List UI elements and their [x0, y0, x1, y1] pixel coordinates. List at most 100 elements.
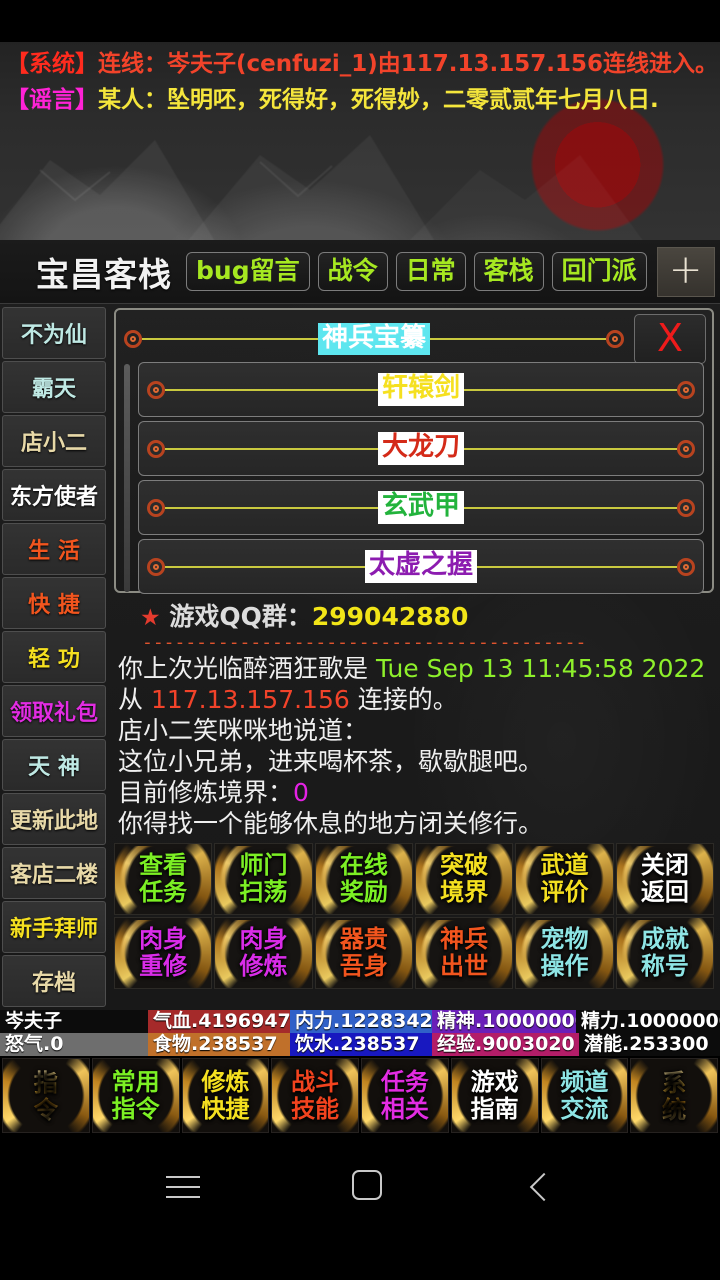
sidebar-item-refresh-area[interactable]: 更新此地: [2, 793, 106, 845]
nav-label-line2: 相关: [380, 1094, 429, 1123]
sidebar-item-save[interactable]: 存档: [2, 955, 106, 1007]
action-label-line1: 肉身: [139, 925, 188, 953]
action-martial-rating[interactable]: 武道 评价: [515, 843, 614, 915]
item-label-dalongdao: 大龙刀: [378, 432, 465, 465]
action-button-grid: 查看 任务 师门 扫荡 在线 奖励 突破 境界 武道 评价 关闭 返回 肉身 重修 肉身 修炼 …: [110, 839, 720, 989]
nav-label-line2: 指南: [470, 1094, 519, 1123]
sidebar-item-batian[interactable]: 霸天: [2, 361, 106, 413]
action-label-line1: 关闭: [640, 851, 689, 879]
sidebar-item-label: 霸天: [31, 377, 76, 402]
sidebar-item-life[interactable]: 生 活: [2, 523, 106, 575]
action-label-line2: 境界: [440, 878, 489, 906]
action-pet-operations[interactable]: 宠物 操作: [515, 917, 614, 989]
action-sect-sweep[interactable]: 师门 扫荡: [214, 843, 313, 915]
tab-inn[interactable]: 客栈: [473, 252, 544, 291]
action-online-reward[interactable]: 在线 奖励: [314, 843, 413, 915]
sidebar-item-label: 轻 功: [28, 647, 80, 672]
action-achievement-title[interactable]: 成就 称号: [615, 917, 714, 989]
sidebar-item-shortcut[interactable]: 快 捷: [2, 577, 106, 629]
nav-quest-related[interactable]: 任务 相关: [361, 1058, 449, 1133]
sidebar-item-label: 不为仙: [20, 323, 87, 348]
bottom-nav-bar: 指令 常用 指令 修炼 快捷 战斗 技能 任务 相关 游戏 指南 频道 交流 系统: [0, 1056, 720, 1136]
left-sidebar: 不为仙 霸天 店小二 东方使者 生 活 快 捷 轻 功 领取礼包 天 神 更新此…: [0, 304, 108, 1010]
sidebar-item-label: 领取礼包: [9, 701, 98, 726]
add-tab-button[interactable]: +: [656, 246, 715, 297]
sidebar-item-label: 天 神: [28, 755, 80, 780]
nav-label-line2: 技能: [291, 1094, 340, 1123]
tab-daily[interactable]: 日常: [395, 252, 466, 291]
tab-return-sect[interactable]: 回门派: [551, 252, 647, 291]
action-label-line1: 武道: [540, 851, 589, 879]
close-button[interactable]: X: [634, 314, 706, 364]
action-view-quests[interactable]: 查看 任务: [114, 843, 213, 915]
action-label-line1: 师门: [239, 851, 288, 879]
action-weapon-body[interactable]: 器贵 吾身: [314, 917, 413, 989]
back-icon[interactable]: [529, 1172, 559, 1201]
tab-bug-feedback[interactable]: bug留言: [186, 252, 310, 291]
chat-overlay[interactable]: 【系统】连线：岑夫子(cenfuzi_1)由117.13.157.156连线进入…: [0, 46, 720, 118]
home-icon[interactable]: [352, 1169, 382, 1200]
chat-tag-rumor: 【谣言】: [6, 87, 98, 113]
log-divider: ----------------------------------------…: [142, 633, 587, 653]
status-anger: 怒气.0: [0, 1033, 148, 1056]
status-energy: 精力.1000000023: [581, 1010, 720, 1032]
action-label-line2: 出世: [440, 952, 489, 980]
nav-label-line2: 令: [33, 1094, 58, 1124]
bullet-icon-right: [677, 380, 696, 399]
rule-left: [165, 447, 378, 450]
sidebar-item-buweixian[interactable]: 不为仙: [2, 307, 106, 359]
sidebar-item-dianxiaoer[interactable]: 店小二: [2, 415, 106, 467]
tab-battle-order[interactable]: 战令: [317, 252, 388, 291]
status-row-2: 怒气.0 食物.238537 饮水.238537 经验.90030201 潜能.…: [0, 1033, 720, 1056]
sidebar-item-qinggong[interactable]: 轻 功: [2, 631, 106, 683]
list-item[interactable]: 大龙刀: [138, 421, 704, 476]
bullet-icon-left: [147, 439, 165, 458]
star-icon: ★: [140, 605, 161, 631]
status-spirit: 精神.10000000: [432, 1010, 576, 1033]
bullet-icon-left: [124, 330, 142, 348]
nav-common-commands[interactable]: 常用 指令: [91, 1058, 180, 1133]
chat-body-rumor: 某人：坠明呸，死得好，死得妙，二零贰贰年七月八日.: [98, 87, 659, 113]
sidebar-item-inn-2f[interactable]: 客店二楼: [2, 847, 106, 899]
bullet-icon-right: [677, 439, 696, 458]
action-breakthrough-realm[interactable]: 突破 境界: [415, 843, 514, 915]
status-mp: 内力.1228342: [290, 1010, 432, 1033]
nav-cultivation-shortcuts[interactable]: 修炼 快捷: [181, 1058, 270, 1133]
qq-group-line: ★ 游戏QQ群：299042880: [118, 597, 714, 633]
action-body-cultivate[interactable]: 肉身 修炼: [214, 917, 313, 989]
status-player-name: 岑夫子: [5, 1010, 63, 1032]
sidebar-item-newbie-master[interactable]: 新手拜师: [2, 901, 106, 953]
game-banner: 【系统】连线：岑夫子(cenfuzi_1)由117.13.157.156连线进入…: [0, 42, 720, 240]
action-divine-weapon-emerge[interactable]: 神兵 出世: [415, 917, 514, 989]
menu-icon[interactable]: [166, 1168, 200, 1202]
nav-channel-chat[interactable]: 频道 交流: [540, 1058, 629, 1133]
message-log: ★ 游戏QQ群：299042880 ----------------------…: [110, 593, 720, 839]
nav-system[interactable]: 系统: [630, 1058, 718, 1133]
page-title: 宝昌客栈: [36, 254, 172, 294]
action-label-line1: 神兵: [440, 925, 489, 953]
bullet-icon-right: [606, 330, 625, 348]
nav-label-line1: 频道: [560, 1067, 609, 1096]
panel-scrollbar[interactable]: [124, 364, 130, 592]
nav-label-line1: 系: [662, 1067, 687, 1097]
nav-label-line1: 常用: [111, 1067, 160, 1096]
nav-label-line1: 游戏: [470, 1067, 519, 1096]
nav-game-guide[interactable]: 游戏 指南: [450, 1058, 539, 1133]
nav-combat-skills[interactable]: 战斗 技能: [271, 1058, 359, 1133]
last-visit-prefix: 你上次光临醉酒狂歌是: [118, 654, 369, 683]
action-close-return[interactable]: 关闭 返回: [615, 843, 714, 915]
nav-commands[interactable]: 指令: [2, 1058, 90, 1133]
nav-label-line1: 指: [33, 1067, 58, 1097]
list-item[interactable]: 轩辕剑: [138, 362, 704, 417]
sidebar-item-tianshen[interactable]: 天 神: [2, 739, 106, 791]
action-label-line1: 肉身: [239, 925, 288, 953]
rule-right: [430, 338, 607, 340]
last-visit-ip-line: 从 117.13.157.156 连接的。: [118, 684, 714, 715]
sidebar-item-dongfangshizhe[interactable]: 东方使者: [2, 469, 106, 521]
status-row-1: 岑夫子 气血.4196947 内力.1228342 精神.10000000 精力…: [0, 1010, 720, 1033]
action-body-rebuild[interactable]: 肉身 重修: [114, 917, 213, 989]
list-item[interactable]: 玄武甲: [138, 480, 704, 535]
divine-weapon-panel: 神兵宝纂 X 轩辕剑 大龙刀 玄武甲 太虚之握: [114, 308, 714, 594]
list-item[interactable]: 太虚之握: [138, 539, 704, 594]
sidebar-item-claim-gift[interactable]: 领取礼包: [2, 685, 106, 737]
